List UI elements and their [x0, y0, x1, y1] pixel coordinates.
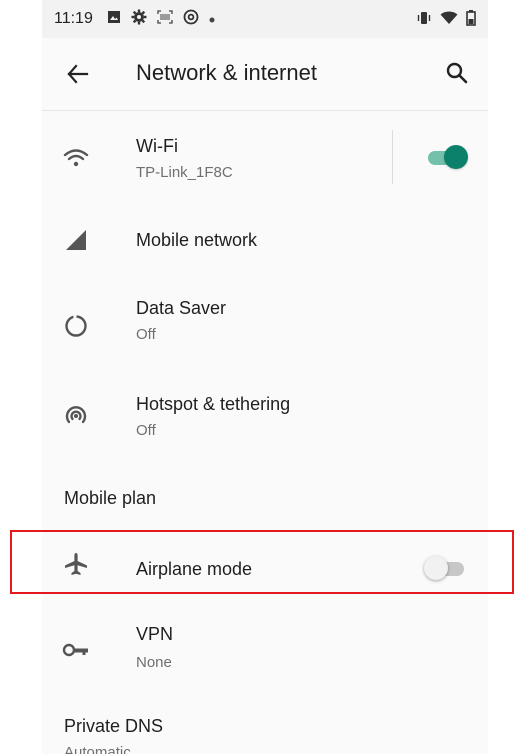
mobile-network-row[interactable]: Mobile network [42, 208, 488, 272]
status-bar: 11:19 [42, 0, 488, 38]
status-time: 11:19 [54, 10, 93, 27]
dot-icon [209, 10, 215, 28]
vpn-row[interactable]: VPN None [42, 608, 488, 692]
toggle-thumb [424, 556, 448, 580]
airplane-mode-row[interactable]: Airplane mode [42, 532, 488, 594]
image-icon [107, 10, 121, 29]
hotspot-icon [60, 400, 92, 432]
mobile-network-title: Mobile network [136, 230, 258, 250]
search-icon[interactable] [444, 60, 470, 86]
notification-icons [107, 9, 215, 30]
wifi-toggle[interactable] [424, 143, 470, 171]
at-icon [183, 9, 199, 30]
private-dns-row[interactable]: Private DNS Automatic [42, 702, 488, 754]
hotspot-title: Hotspot & tethering [136, 394, 291, 414]
hotspot-row[interactable]: Hotspot & tethering Off [42, 374, 488, 460]
hotspot-status: Off [136, 422, 156, 439]
airplane-mode-toggle[interactable] [424, 554, 470, 582]
private-dns-title: Private DNS [64, 716, 164, 736]
airplane-icon [60, 548, 92, 580]
mobile-plan-row[interactable]: Mobile plan [42, 470, 488, 526]
airplane-mode-title: Airplane mode [136, 559, 253, 579]
page-title: Network & internet [136, 60, 317, 85]
vibrate-icon [416, 11, 432, 30]
data-saver-icon [60, 310, 92, 342]
gear-icon [131, 9, 147, 30]
toggle-divider [392, 130, 393, 184]
system-status-icons [416, 10, 476, 31]
toggle-thumb [444, 145, 468, 169]
vpn-title: VPN [136, 624, 174, 644]
signal-icon [60, 224, 92, 256]
wifi-title: Wi-Fi [136, 136, 178, 156]
data-saver-title: Data Saver [136, 298, 227, 318]
mobile-plan-title: Mobile plan [64, 488, 157, 508]
vpn-key-icon [60, 634, 92, 666]
arrow-left-icon[interactable] [64, 60, 92, 88]
wifi-network-name: TP-Link_1F8C [136, 164, 233, 181]
data-saver-status: Off [136, 326, 156, 343]
wifi-icon [440, 11, 458, 30]
data-saver-row[interactable]: Data Saver Off [42, 282, 488, 368]
vpn-status: None [136, 654, 172, 671]
settings-screen: 11:19 Network & internet Wi-Fi TP-Link_1… [42, 0, 488, 754]
wifi-row[interactable]: Wi-Fi TP-Link_1F8C [42, 112, 488, 208]
battery-icon [466, 10, 476, 31]
wifi-icon [60, 142, 92, 174]
private-dns-status: Automatic [64, 744, 131, 754]
scan-icon [157, 9, 173, 29]
app-bar: Network & internet [42, 38, 488, 111]
